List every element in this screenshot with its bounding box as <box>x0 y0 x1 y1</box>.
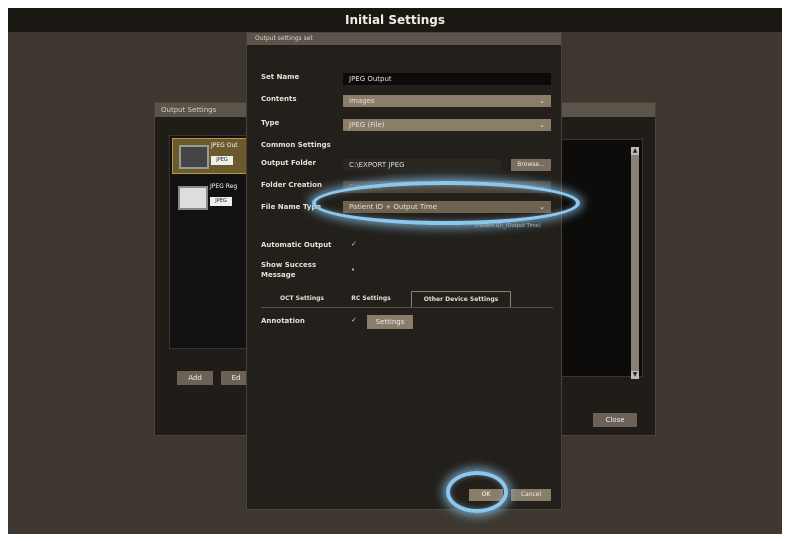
top-title-bar: Initial Settings <box>8 8 782 32</box>
output-settings-title: Output Settings <box>161 106 217 114</box>
output-set-item-label: JPEG Reg <box>210 183 238 190</box>
dialog-titlebar: Output settings set <box>247 33 561 45</box>
jpeg-badge: JPEG <box>211 156 233 165</box>
cancel-button[interactable]: Cancel <box>511 489 551 501</box>
output-settings-set-dialog: Output settings set Set Name JPEG Output… <box>246 32 562 510</box>
dialog-title: Output settings set <box>255 35 313 42</box>
device-settings-tabs: OCT Settings RC Settings Other Device Se… <box>261 291 553 308</box>
show-success-checkbox[interactable]: • <box>351 267 358 274</box>
scroll-down-arrow-icon[interactable]: ▼ <box>631 371 639 379</box>
browse-button[interactable]: Browse... <box>511 159 551 171</box>
list-scrollbar[interactable] <box>631 147 639 379</box>
automatic-output-checkbox[interactable]: ✓ <box>351 241 358 248</box>
annotation-settings-button[interactable]: Settings <box>367 315 413 329</box>
tab-oct-settings[interactable]: OCT Settings <box>267 291 337 307</box>
contents-value: Images <box>349 97 375 105</box>
show-success-label-line1: Show Success <box>261 261 317 269</box>
contents-label: Contents <box>261 95 297 103</box>
set-name-input[interactable]: JPEG Output <box>343 73 551 85</box>
show-success-label-line2: Message <box>261 271 296 279</box>
ok-button-highlight <box>446 471 508 513</box>
tab-rc-settings[interactable]: RC Settings <box>341 291 401 307</box>
output-folder-input[interactable]: C:\EXPORT JPEG <box>343 159 501 171</box>
file-name-type-highlight <box>312 181 580 225</box>
automatic-output-label: Automatic Output <box>261 241 332 249</box>
contents-dropdown[interactable]: Images ⌄ <box>343 95 551 107</box>
tab-other-device-settings[interactable]: Other Device Settings <box>411 291 511 307</box>
chevron-down-icon: ⌄ <box>539 97 545 105</box>
set-name-label: Set Name <box>261 73 300 81</box>
chevron-down-icon: ⌄ <box>539 121 545 129</box>
type-dropdown[interactable]: JPEG (File) ⌄ <box>343 119 551 131</box>
annotation-checkbox[interactable]: ✓ <box>351 317 358 324</box>
jpeg-badge: JPEG <box>210 197 232 206</box>
add-button[interactable]: Add <box>177 371 213 385</box>
annotation-label: Annotation <box>261 317 305 325</box>
output-folder-label: Output Folder <box>261 159 316 167</box>
folder-creation-label: Folder Creation <box>261 181 322 189</box>
screen: Initial Settings Output Settings JPEG Ou… <box>8 8 782 534</box>
common-settings-heading: Common Settings <box>261 141 331 149</box>
type-label: Type <box>261 119 280 127</box>
window-title: Initial Settings <box>344 13 445 27</box>
report-grid-icon <box>178 186 208 210</box>
close-button[interactable]: Close <box>593 413 637 427</box>
monitor-icon <box>179 145 209 169</box>
scroll-up-arrow-icon[interactable]: ▲ <box>631 147 639 155</box>
output-set-item-label: JPEG Out <box>211 142 238 149</box>
type-value: JPEG (File) <box>349 121 385 129</box>
